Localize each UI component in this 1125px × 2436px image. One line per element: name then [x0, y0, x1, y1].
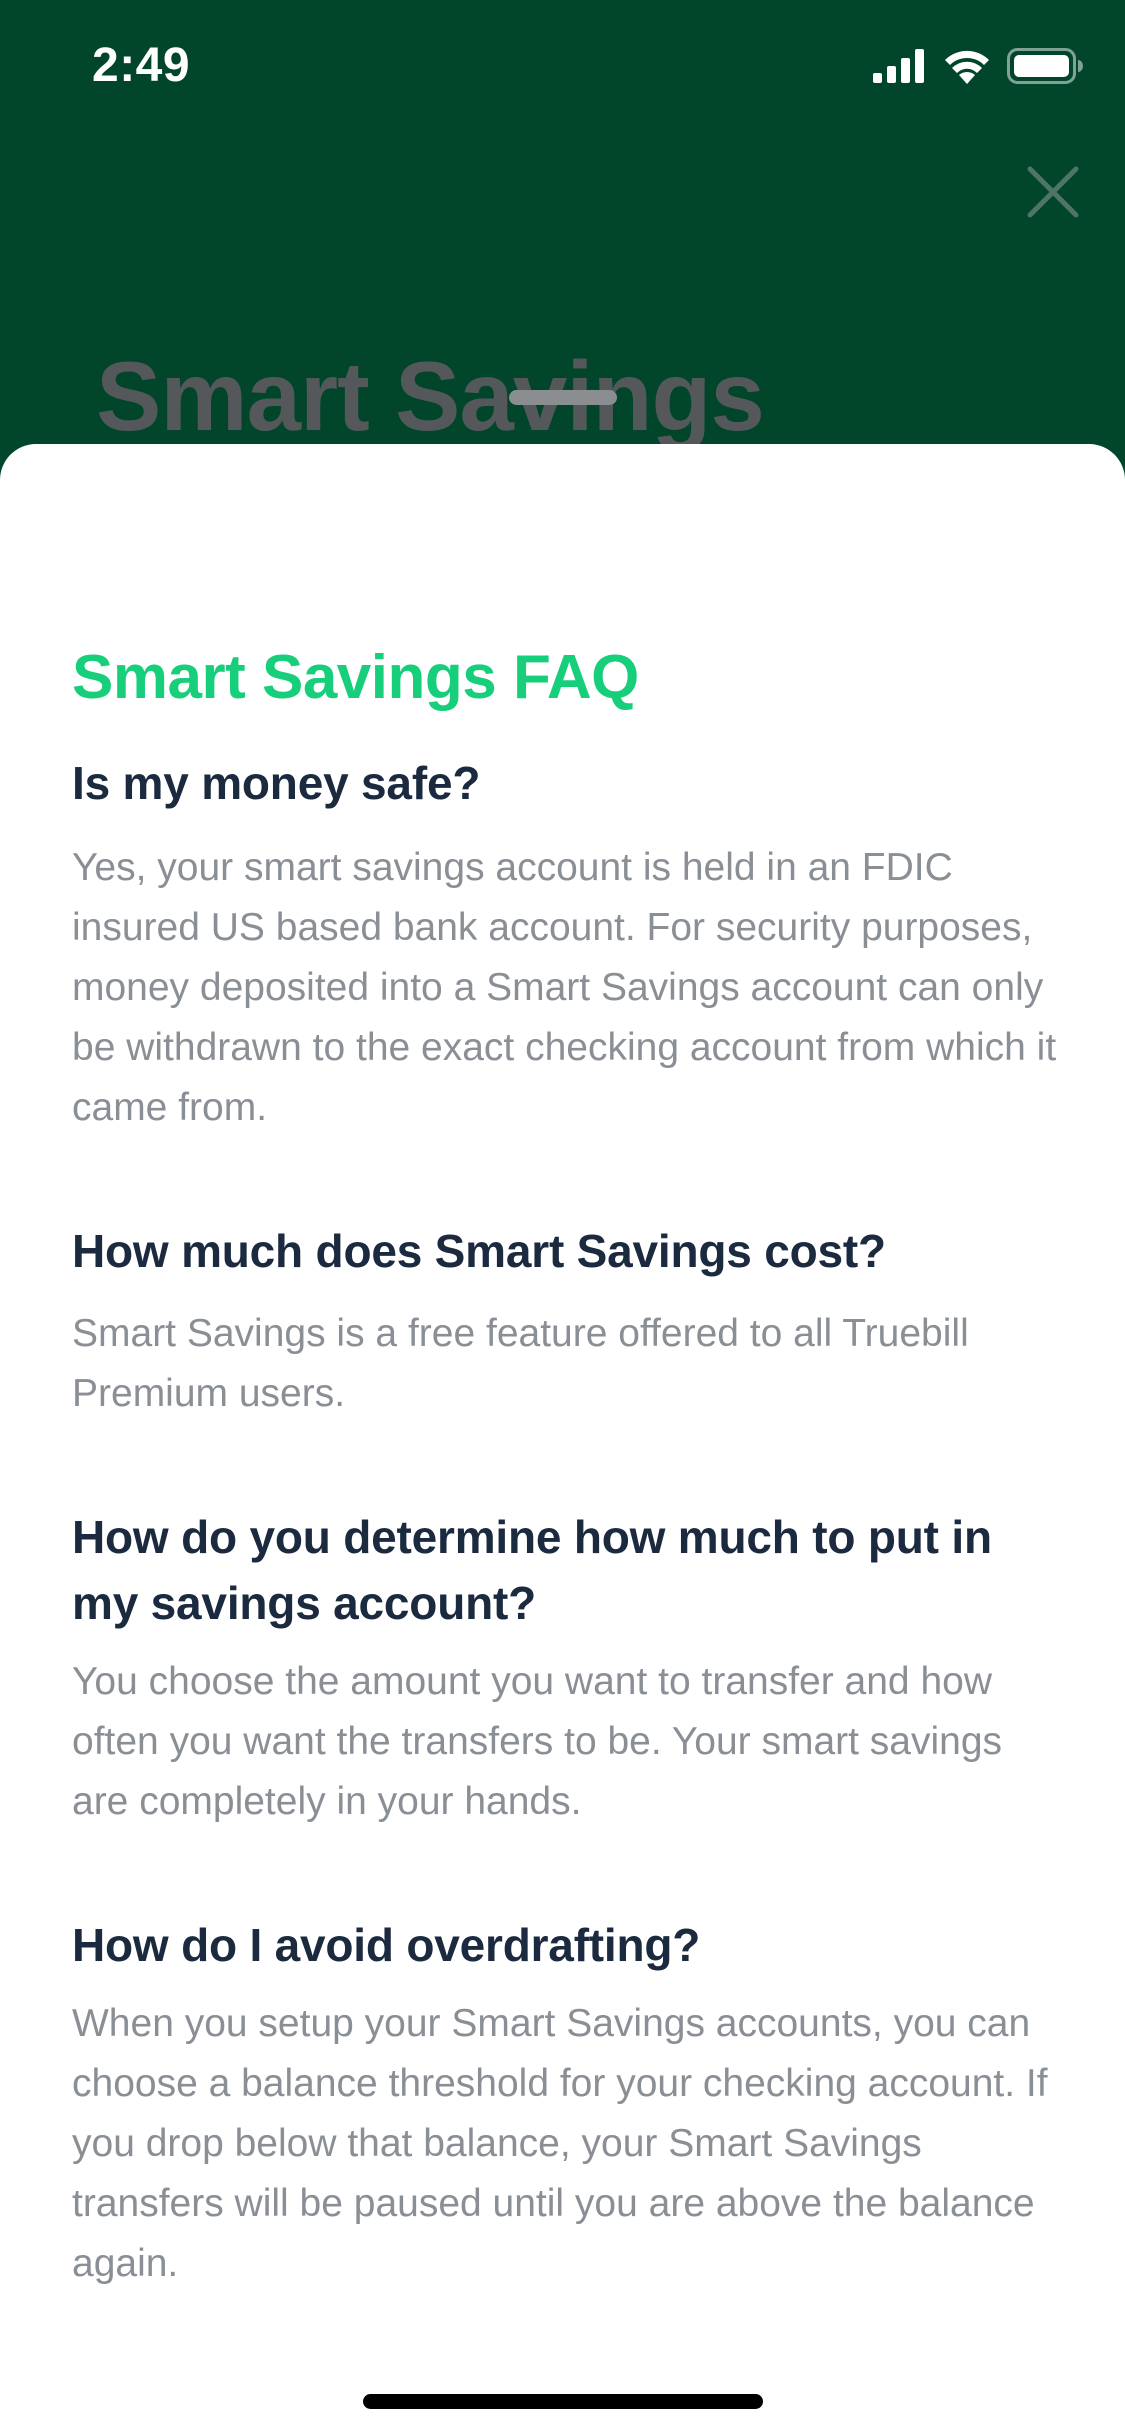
faq-question: How do you determine how much to put in … [72, 1511, 992, 1629]
sheet-grabber-handle[interactable] [509, 390, 617, 405]
status-icons [873, 48, 1083, 84]
faq-answer: You choose the amount you want to transf… [72, 1660, 1003, 1823]
faq-answer: Yes, your smart savings account is held … [72, 846, 1057, 1129]
faq-answer: When you setup your Smart Savings accoun… [72, 2002, 1048, 2285]
status-bar: 2:49 [0, 0, 1125, 132]
faq-answer: Smart Savings is a free feature offered … [72, 1312, 969, 1415]
close-icon[interactable] [1026, 165, 1080, 219]
battery-icon [1007, 48, 1083, 84]
faq-question: Is my money safe? [72, 757, 481, 809]
faq-title: Smart Savings FAQ [72, 643, 639, 712]
faq-sheet: Smart Savings FAQ Is my money safe? Yes,… [0, 444, 1125, 2436]
wifi-icon [943, 48, 991, 84]
cellular-signal-icon [873, 49, 927, 83]
screen: 2:49 Smart Savings Smart Savings FAQ Is … [0, 0, 1125, 2436]
faq-item: Is my money safe? Yes, your smart saving… [72, 750, 1062, 1138]
faq-question: How much does Smart Savings cost? [72, 1225, 886, 1277]
status-time: 2:49 [92, 39, 191, 92]
faq-item: How do I avoid overdrafting? When you se… [72, 1912, 1062, 2294]
faq-question: How do I avoid overdrafting? [72, 1919, 701, 1971]
faq-content: Smart Savings FAQ Is my money safe? Yes,… [72, 642, 1062, 2294]
faq-item: How much does Smart Savings cost? Smart … [72, 1218, 1062, 1424]
home-indicator[interactable] [363, 2394, 763, 2409]
background-page-title: Smart Savings [96, 341, 765, 451]
faq-item: How do you determine how much to put in … [72, 1504, 1062, 1832]
